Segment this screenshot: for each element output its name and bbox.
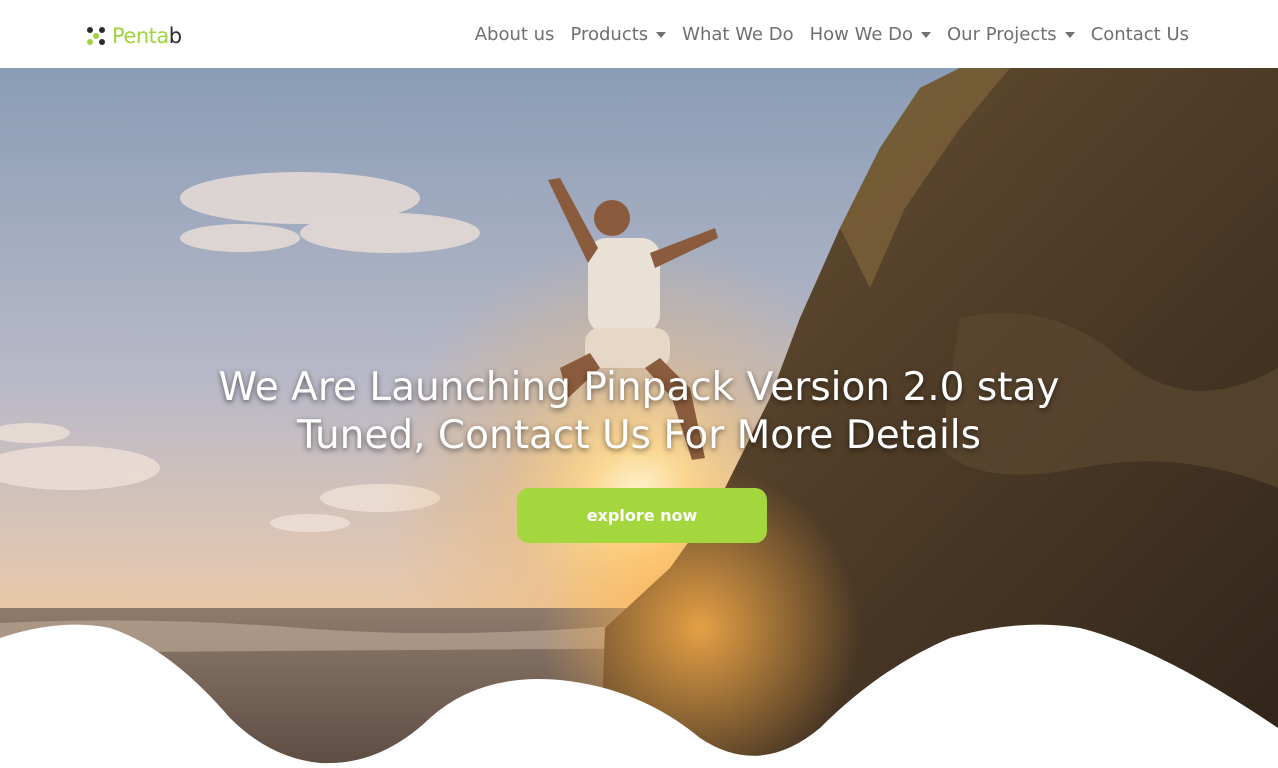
logo-text-dark: b — [168, 24, 182, 48]
hero-headline: We Are Launching Pinpack Version 2.0 sta… — [0, 364, 1278, 460]
hero-section: We Are Launching Pinpack Version 2.0 sta… — [0, 68, 1278, 768]
nav-item-about-us[interactable]: About us — [475, 20, 555, 48]
nav-item-our-projects[interactable]: Our Projects — [947, 20, 1075, 48]
caret-down-icon — [656, 32, 667, 38]
dots-logo-icon — [87, 27, 105, 45]
navbar: Pentab About us Products What We Do How … — [0, 0, 1278, 68]
nav-item-label: Products — [570, 23, 649, 45]
nav-item-label: About us — [474, 23, 555, 45]
explore-now-button[interactable]: explore now — [517, 488, 767, 543]
nav-item-label: How We Do — [809, 23, 914, 45]
caret-down-icon — [1064, 32, 1075, 38]
logo-text: Pentab — [112, 24, 182, 48]
logo-text-light: Penta — [112, 24, 169, 48]
logo[interactable]: Pentab — [86, 24, 182, 48]
nav-item-products[interactable]: Products — [570, 20, 667, 48]
nav-item-how-we-do[interactable]: How We Do — [809, 20, 932, 48]
hero-headline-line1: We Are Launching Pinpack Version 2.0 sta… — [218, 365, 1060, 410]
main-nav: About us Products What We Do How We Do O… — [459, 20, 1189, 48]
nav-item-what-we-do[interactable]: What We Do — [682, 20, 793, 48]
nav-item-label: Contact Us — [1090, 23, 1189, 45]
hero-headline-line2: Tuned, Contact Us For More Details — [297, 413, 981, 458]
nav-item-label: Our Projects — [947, 23, 1057, 45]
nav-item-label: What We Do — [682, 23, 794, 45]
nav-item-contact-us[interactable]: Contact Us — [1091, 20, 1189, 48]
caret-down-icon — [921, 32, 932, 38]
